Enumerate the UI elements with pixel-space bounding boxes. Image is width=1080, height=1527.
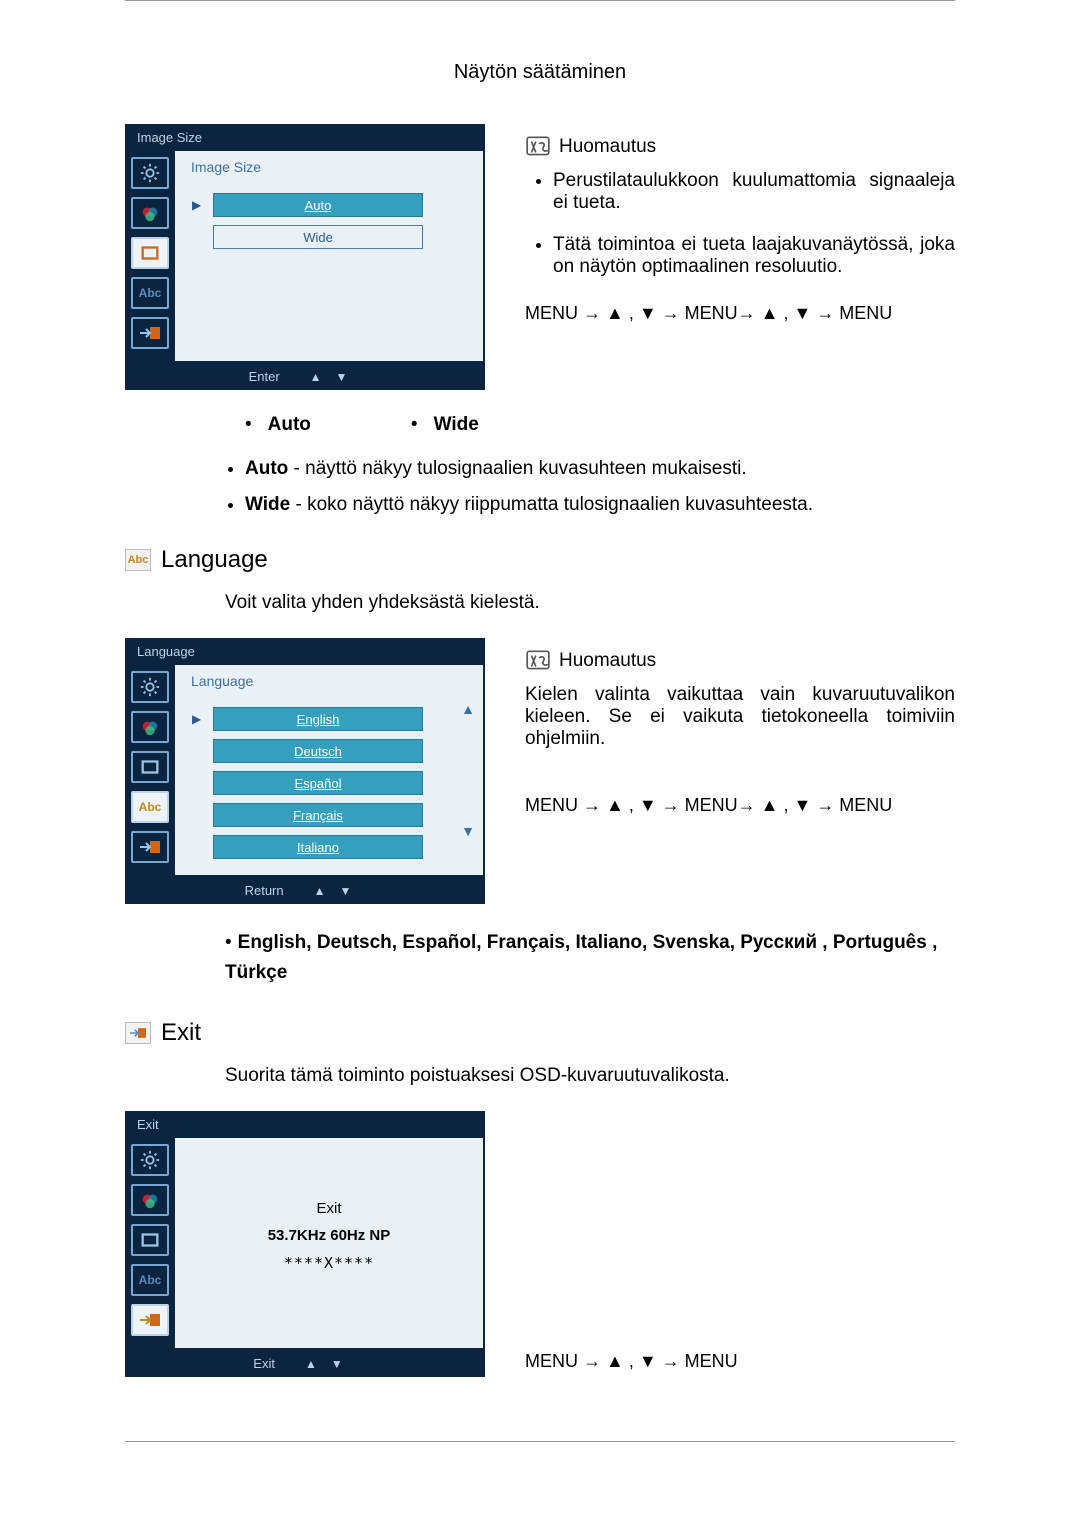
note-item: Tätä toimintoa ei tueta laajakuvanäytöss…	[553, 234, 955, 278]
exit-line: 53.7KHz 60Hz NP	[268, 1227, 391, 1244]
option-descriptions: Auto - näyttö näkyy tulosignaalien kuvas…	[245, 458, 955, 516]
osd-statusbar: Enter▲▼	[125, 363, 485, 390]
exit-line: ****X****	[284, 1254, 374, 1272]
osd-image-size: Image Size Abc	[125, 124, 485, 390]
exit-intro: Suorita tämä toiminto poistuaksesi OSD-k…	[225, 1065, 955, 1087]
osd-language: Language Abc	[125, 638, 485, 904]
osd-tabs: Abc	[127, 665, 173, 875]
note-heading: Huomautus	[525, 648, 955, 674]
tab-brightness-icon	[131, 157, 169, 189]
note-text: Kielen valinta vaikuttaa vain kuvaruutuv…	[525, 684, 955, 750]
tab-size-icon	[131, 1224, 169, 1256]
tab-exit-icon	[131, 1304, 169, 1336]
section-exit: Exit	[125, 1019, 955, 1047]
page-title: Näytön säätäminen	[125, 61, 955, 84]
note-heading: Huomautus	[525, 134, 955, 160]
tab-color-icon	[131, 197, 169, 229]
osd-exit: Exit Abc	[125, 1111, 485, 1377]
osd-statusbar: Return▲▼	[125, 877, 485, 904]
osd-title: Image Size	[125, 124, 485, 151]
nav-sequence: MENU → ▲ , ▼ → MENU	[525, 1346, 738, 1377]
osd-title: Exit	[125, 1111, 485, 1138]
osd-option[interactable]: English	[213, 707, 423, 731]
osd-option-wide[interactable]: Wide	[213, 225, 423, 249]
osd-option[interactable]: Italiano	[213, 835, 423, 859]
osd-subtitle: Language	[191, 673, 475, 689]
tab-color-icon	[131, 1184, 169, 1216]
nav-sequence: MENU → ▲ , ▼ → MENU→ ▲ , ▼ → MENU	[525, 790, 955, 821]
tab-brightness-icon	[131, 671, 169, 703]
tab-size-icon	[131, 237, 169, 269]
note-item: Perustilataulukkoon kuulumattomia signaa…	[553, 170, 955, 214]
tab-color-icon	[131, 711, 169, 743]
osd-statusbar: Exit▲▼	[125, 1350, 485, 1377]
tab-brightness-icon	[131, 1144, 169, 1176]
language-icon: Abc	[125, 549, 151, 571]
osd-tabs: Abc	[127, 151, 173, 361]
osd-tabs: Abc	[127, 1138, 173, 1348]
osd-option-auto[interactable]: Auto	[213, 193, 423, 217]
section-language: Abc Language	[125, 546, 955, 574]
note-list: Perustilataulukkoon kuulumattomia signaa…	[525, 170, 955, 278]
scroll-down-icon[interactable]: ▼	[461, 823, 475, 839]
tab-size-icon	[131, 751, 169, 783]
osd-subtitle: Image Size	[191, 159, 475, 175]
language-intro: Voit valita yhden yhdeksästä kielestä.	[225, 592, 955, 614]
tab-exit-icon	[131, 317, 169, 349]
osd-option[interactable]: Français	[213, 803, 423, 827]
osd-title: Language	[125, 638, 485, 665]
exit-line: Exit	[316, 1200, 341, 1217]
language-all-list: •English, Deutsch, Español, Français, It…	[225, 928, 955, 989]
tab-language-icon: Abc	[131, 791, 169, 823]
tab-language-icon: Abc	[131, 277, 169, 309]
tab-exit-icon	[131, 831, 169, 863]
osd-option[interactable]: Español	[213, 771, 423, 795]
nav-sequence: MENU → ▲ , ▼ → MENU→ ▲ , ▼ → MENU	[525, 298, 955, 329]
option-row: Auto Wide	[245, 414, 955, 436]
tab-language-icon: Abc	[131, 1264, 169, 1296]
exit-icon	[125, 1022, 151, 1044]
osd-option[interactable]: Deutsch	[213, 739, 423, 763]
